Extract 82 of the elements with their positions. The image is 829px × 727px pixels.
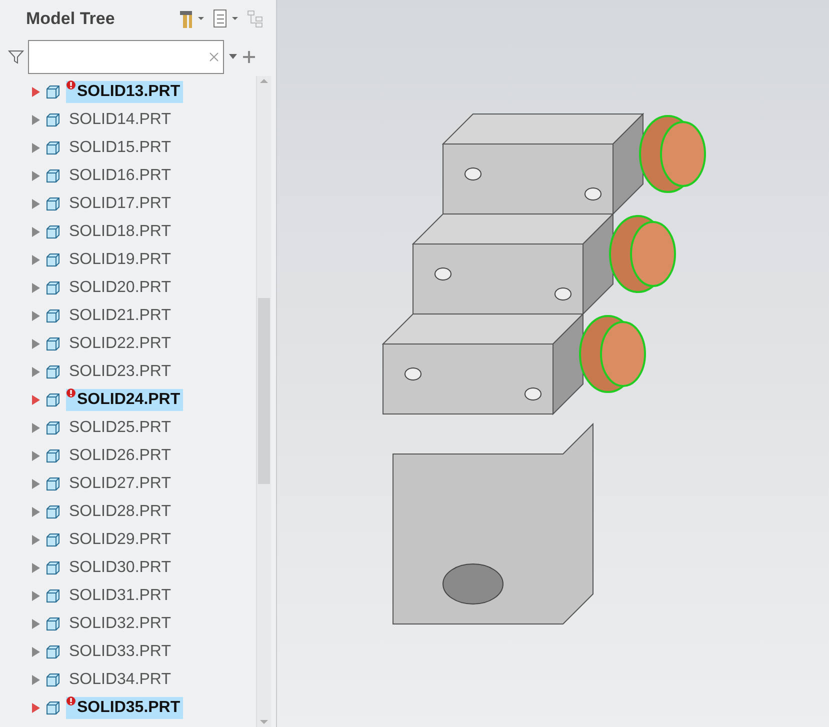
part-icon: [46, 337, 60, 351]
tree-item[interactable]: SOLID19.PRT: [66, 249, 174, 271]
part-icon: [46, 505, 60, 519]
expand-arrow-icon[interactable]: [32, 143, 40, 153]
expand-arrow-icon[interactable]: [32, 395, 40, 405]
tree-item[interactable]: SOLID33.PRT: [66, 641, 174, 663]
dropdown-caret-icon[interactable]: [228, 54, 238, 60]
tree-item[interactable]: SOLID29.PRT: [66, 529, 174, 551]
expand-arrow-icon[interactable]: [32, 619, 40, 629]
expand-arrow-icon[interactable]: [32, 591, 40, 601]
part-icon: [46, 533, 60, 547]
expand-arrow-icon[interactable]: [32, 87, 40, 97]
tree-item[interactable]: SOLID32.PRT: [66, 613, 174, 635]
tree-item[interactable]: SOLID17.PRT: [66, 193, 174, 215]
part-icon: [46, 589, 60, 603]
filter-icon[interactable]: [8, 49, 24, 65]
part-icon: [46, 421, 60, 435]
tree-item[interactable]: SOLID31.PRT: [66, 585, 174, 607]
search-field[interactable]: [28, 40, 224, 74]
part-icon: [46, 449, 60, 463]
tree-item[interactable]: SOLID23.PRT: [66, 361, 174, 383]
part-icon: [46, 113, 60, 127]
expand-arrow-icon[interactable]: [32, 703, 40, 713]
tree-item[interactable]: SOLID13.PRT: [66, 81, 184, 103]
tree-item[interactable]: SOLID35.PRT: [66, 697, 184, 719]
expand-arrow-icon[interactable]: [32, 255, 40, 265]
expand-arrow-icon[interactable]: [32, 675, 40, 685]
expand-arrow-icon[interactable]: [32, 339, 40, 349]
part-icon: [46, 197, 60, 211]
part-icon: [46, 701, 60, 715]
part-icon: [46, 477, 60, 491]
scrollbar[interactable]: [256, 76, 271, 727]
tree-item[interactable]: SOLID30.PRT: [66, 557, 174, 579]
tree-item[interactable]: SOLID27.PRT: [66, 473, 174, 495]
expand-arrow-icon[interactable]: [32, 647, 40, 657]
scroll-up-icon[interactable]: [259, 76, 269, 86]
tree-item[interactable]: SOLID20.PRT: [66, 277, 174, 299]
expand-arrow-icon[interactable]: [32, 115, 40, 125]
part-icon: [46, 617, 60, 631]
expand-arrow-icon[interactable]: [32, 563, 40, 573]
clear-icon[interactable]: [209, 52, 219, 62]
tools-icon[interactable]: [178, 9, 206, 29]
expand-arrow-icon[interactable]: [32, 451, 40, 461]
viewport[interactable]: [277, 0, 829, 727]
list-settings-icon[interactable]: [212, 9, 240, 29]
scroll-thumb[interactable]: [258, 298, 270, 484]
expand-arrow-icon[interactable]: [32, 367, 40, 377]
tree-item[interactable]: SOLID25.PRT: [66, 417, 174, 439]
expand-arrow-icon[interactable]: [32, 507, 40, 517]
tree-item[interactable]: SOLID18.PRT: [66, 221, 174, 243]
expand-arrow-icon[interactable]: [32, 283, 40, 293]
expand-arrow-icon[interactable]: [32, 479, 40, 489]
tree-item[interactable]: SOLID24.PRT: [66, 389, 184, 411]
tree-item[interactable]: SOLID22.PRT: [66, 333, 174, 355]
part-icon: [46, 561, 60, 575]
part-icon: [46, 365, 60, 379]
tree-item[interactable]: SOLID26.PRT: [66, 445, 174, 467]
add-icon[interactable]: [242, 50, 256, 64]
panel-title: Model Tree: [26, 9, 115, 29]
part-icon: [46, 253, 60, 267]
expand-arrow-icon[interactable]: [32, 171, 40, 181]
part-icon: [46, 645, 60, 659]
part-icon: [46, 169, 60, 183]
expand-arrow-icon[interactable]: [32, 199, 40, 209]
part-icon: [46, 673, 60, 687]
scroll-down-icon[interactable]: [259, 717, 269, 727]
expand-arrow-icon[interactable]: [32, 423, 40, 433]
part-icon: [46, 393, 60, 407]
part-icon: [46, 281, 60, 295]
tree-item[interactable]: SOLID28.PRT: [66, 501, 174, 523]
tree-item[interactable]: SOLID14.PRT: [66, 109, 174, 131]
part-icon: [46, 225, 60, 239]
tree-item[interactable]: SOLID16.PRT: [66, 165, 174, 187]
expand-arrow-icon[interactable]: [32, 227, 40, 237]
tree-item[interactable]: SOLID21.PRT: [66, 305, 174, 327]
expand-arrow-icon[interactable]: [32, 311, 40, 321]
part-icon: [46, 309, 60, 323]
part-icon: [46, 85, 60, 99]
part-icon: [46, 141, 60, 155]
tree-item[interactable]: SOLID15.PRT: [66, 137, 174, 159]
expand-arrow-icon[interactable]: [32, 535, 40, 545]
tree-item[interactable]: SOLID34.PRT: [66, 669, 174, 691]
